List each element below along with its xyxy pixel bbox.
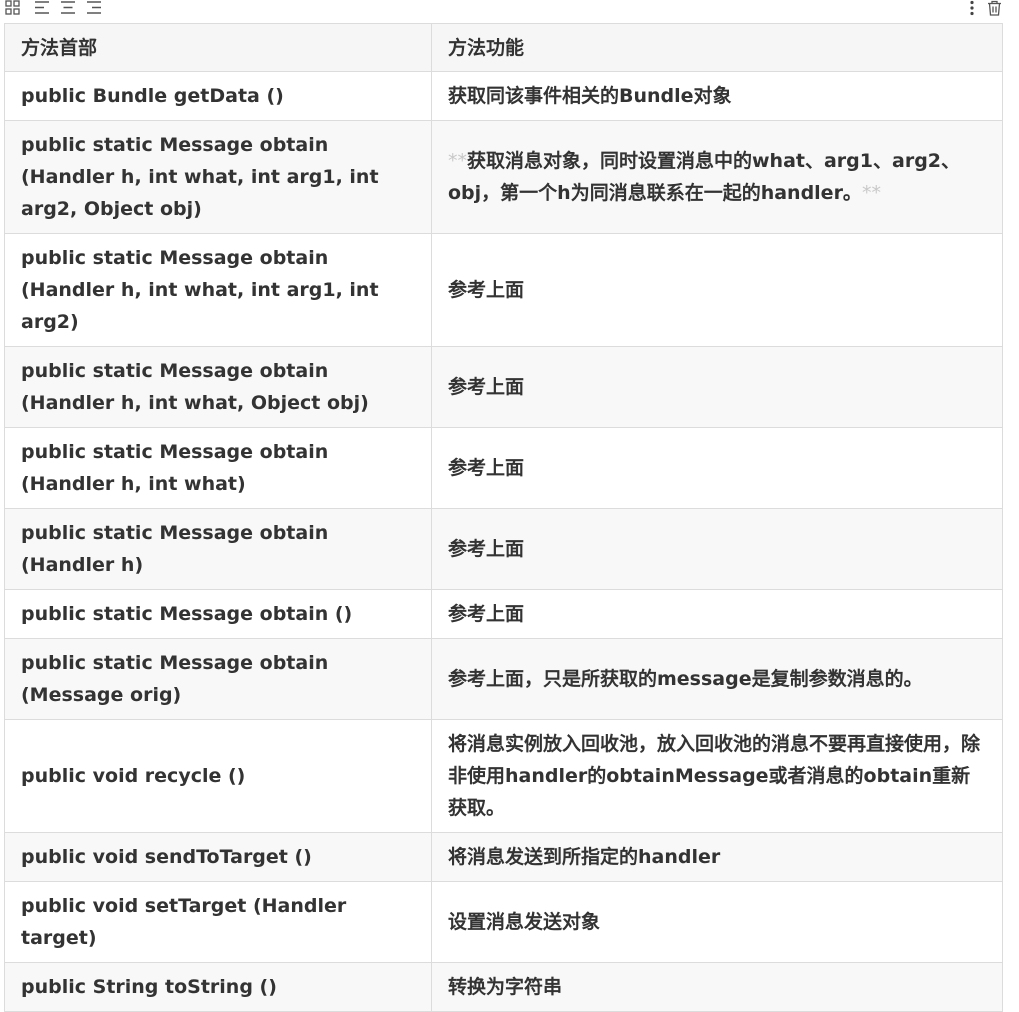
table-row: public Bundle getData () 获取同该事件相关的Bundle… <box>4 71 1003 121</box>
method-signature: public static Message obtain () <box>4 589 432 639</box>
markdown-bold-marker: ** <box>448 150 467 172</box>
method-description: 将消息发送到所指定的handler <box>431 832 1003 882</box>
table-row: public static Message obtain (Message or… <box>4 638 1003 720</box>
table-row: public static Message obtain (Handler h,… <box>4 120 1003 234</box>
more-vertical-icon[interactable] <box>968 0 976 16</box>
method-signature: public void setTarget (Handler target) <box>4 881 432 963</box>
align-right-icon[interactable] <box>86 0 102 15</box>
method-description: 参考上面 <box>431 346 1003 428</box>
table-header-row: 方法首部 方法功能 <box>4 23 1003 72</box>
methods-table: 方法首部 方法功能 public Bundle getData () 获取同该事… <box>4 23 1003 1012</box>
align-center-icon[interactable] <box>60 0 76 15</box>
align-left-icon[interactable] <box>34 0 50 15</box>
method-signature: public void recycle () <box>4 719 432 833</box>
method-signature: public Bundle getData () <box>4 71 432 121</box>
method-description: 将消息实例放入回收池，放入回收池的消息不要再直接使用，除非使用handler的o… <box>431 719 1003 833</box>
table-row: public static Message obtain (Handler h,… <box>4 427 1003 509</box>
method-description: 参考上面 <box>431 589 1003 639</box>
table-row: public static Message obtain (Handler h)… <box>4 508 1003 590</box>
method-description: 参考上面，只是所获取的message是复制参数消息的。 <box>431 638 1003 720</box>
method-description: 转换为字符串 <box>431 962 1003 1012</box>
method-signature: public static Message obtain (Handler h,… <box>4 120 432 234</box>
method-description: 设置消息发送对象 <box>431 881 1003 963</box>
method-description: 参考上面 <box>431 508 1003 590</box>
method-description: 获取同该事件相关的Bundle对象 <box>431 71 1003 121</box>
method-description: **获取消息对象，同时设置消息中的what、arg1、arg2、obj，第一个h… <box>431 120 1003 234</box>
method-signature: public static Message obtain (Handler h) <box>4 508 432 590</box>
table-row: public static Message obtain (Handler h,… <box>4 346 1003 428</box>
method-description-text: 获取消息对象，同时设置消息中的what、arg1、arg2、obj，第一个h为同… <box>448 150 961 204</box>
method-signature: public static Message obtain (Handler h,… <box>4 427 432 509</box>
header-method-function: 方法功能 <box>431 23 1003 72</box>
table-row: public void recycle () 将消息实例放入回收池，放入回收池的… <box>4 719 1003 833</box>
table-row: public void setTarget (Handler target) 设… <box>4 881 1003 963</box>
table-row: public void sendToTarget () 将消息发送到所指定的ha… <box>4 832 1003 882</box>
header-method-signature: 方法首部 <box>4 23 432 72</box>
grid-icon[interactable] <box>5 0 20 15</box>
table-row: public static Message obtain (Handler h,… <box>4 233 1003 347</box>
markdown-bold-marker: ** <box>861 182 881 204</box>
method-signature: public String toString () <box>4 962 432 1012</box>
method-signature: public static Message obtain (Message or… <box>4 638 432 720</box>
method-description: 参考上面 <box>431 427 1003 509</box>
method-signature: public static Message obtain (Handler h,… <box>4 233 432 347</box>
table-row: public static Message obtain () 参考上面 <box>4 589 1003 639</box>
table-toolbar <box>0 0 1019 18</box>
table-row: public String toString () 转换为字符串 <box>4 962 1003 1012</box>
method-description: 参考上面 <box>431 233 1003 347</box>
trash-icon[interactable] <box>987 0 1002 16</box>
method-signature: public static Message obtain (Handler h,… <box>4 346 432 428</box>
method-signature: public void sendToTarget () <box>4 832 432 882</box>
